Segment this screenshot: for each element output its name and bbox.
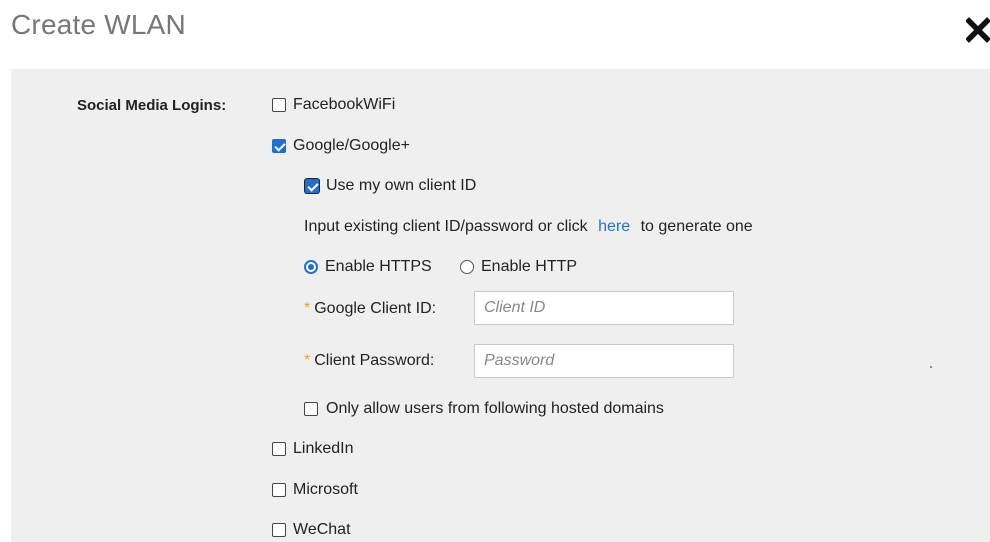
client-password-label: * Client Password: — [304, 352, 434, 370]
hint-text-after: to generate one — [640, 218, 753, 235]
google-client-id-input[interactable] — [474, 291, 734, 325]
required-marker: * — [304, 352, 311, 369]
wechat-label[interactable]: WeChat — [293, 521, 351, 539]
generate-client-id-link[interactable]: here — [598, 218, 630, 235]
microsoft-checkbox[interactable] — [272, 483, 286, 497]
own-client-id-checkbox[interactable] — [305, 179, 319, 193]
dialog-title: Create WLAN — [11, 9, 186, 40]
stray-dot — [930, 366, 932, 368]
client-password-input[interactable] — [474, 344, 734, 378]
required-marker: * — [304, 300, 311, 317]
close-icon[interactable] — [966, 17, 990, 43]
linkedin-label[interactable]: LinkedIn — [293, 440, 354, 458]
hint-text-before: Input existing client ID/password or cli… — [304, 218, 588, 235]
microsoft-label[interactable]: Microsoft — [293, 481, 358, 499]
hosted-domains-label[interactable]: Only allow users from following hosted d… — [326, 400, 664, 418]
google-checkbox[interactable] — [272, 139, 286, 153]
enable-https-label[interactable]: Enable HTTPS — [325, 258, 432, 276]
enable-http-label[interactable]: Enable HTTP — [481, 258, 577, 276]
client-password-text: Client Password: — [314, 352, 435, 369]
google-label[interactable]: Google/Google+ — [293, 137, 410, 155]
facebook-wifi-checkbox[interactable] — [272, 98, 286, 112]
section-label-social-media-logins: Social Media Logins: — [77, 97, 227, 114]
google-client-id-label: * Google Client ID: — [304, 300, 436, 318]
wechat-checkbox[interactable] — [272, 523, 286, 537]
enable-http-radio[interactable] — [460, 260, 474, 274]
enable-https-radio[interactable] — [304, 260, 318, 274]
google-client-id-text: Google Client ID: — [314, 300, 437, 317]
client-id-hint: Input existing client ID/password or cli… — [304, 218, 753, 236]
linkedin-checkbox[interactable] — [272, 442, 286, 456]
hosted-domains-checkbox[interactable] — [304, 402, 318, 416]
own-client-id-label[interactable]: Use my own client ID — [326, 177, 476, 195]
facebook-wifi-label[interactable]: FacebookWiFi — [293, 96, 395, 114]
